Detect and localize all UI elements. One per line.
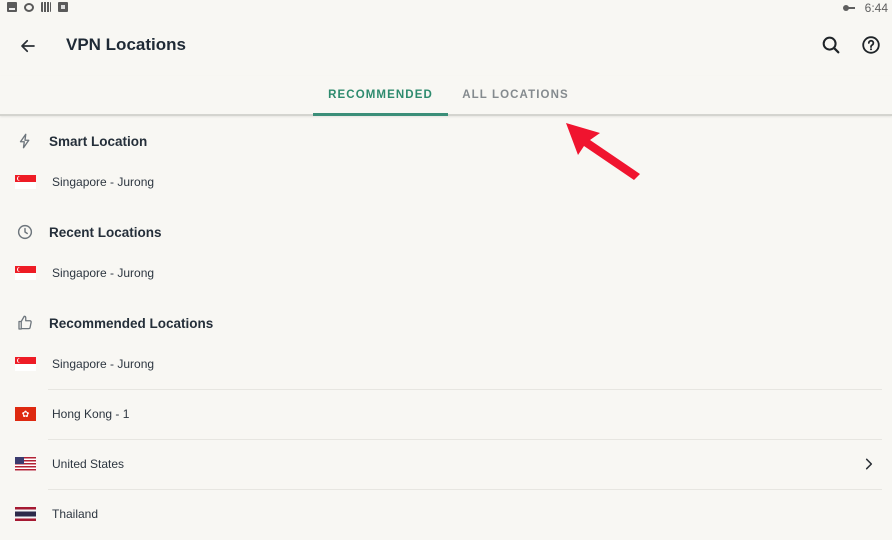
thumbs-up-icon	[18, 315, 32, 330]
location-row[interactable]: Singapore - Jurong	[0, 340, 892, 390]
chevron-right-icon[interactable]	[862, 456, 876, 472]
system-icons: 6:44	[842, 1, 888, 15]
location-name: Singapore - Jurong	[52, 175, 155, 189]
location-row[interactable]: United States	[0, 440, 892, 490]
section-title: Recommended Locations	[49, 315, 214, 331]
sync-icon	[24, 2, 34, 12]
location-name: Thailand	[52, 507, 99, 521]
united-states-flag-icon	[15, 457, 36, 471]
app-bar: VPN Locations	[0, 16, 892, 76]
location-name: Hong Kong - 1	[52, 407, 130, 421]
section-title: Recent Locations	[49, 224, 162, 240]
tab-recommended[interactable]: RECOMMENDED	[313, 76, 448, 116]
help-circle-icon	[862, 36, 880, 54]
singapore-flag-icon	[15, 175, 36, 189]
search-button[interactable]	[820, 34, 842, 56]
page-title: VPN Locations	[66, 35, 186, 54]
tab-all-locations[interactable]: ALL LOCATIONS	[448, 76, 583, 114]
section-recent-locations: Recent Locations	[0, 210, 892, 254]
hong-kong-flag-icon: ✿	[15, 407, 36, 421]
status-bar: 6:44	[0, 0, 892, 16]
thailand-flag-icon	[15, 507, 36, 521]
back-button[interactable]	[16, 34, 40, 58]
section-smart-location: Smart Location	[0, 119, 892, 163]
singapore-flag-icon	[15, 357, 36, 371]
search-icon	[822, 36, 840, 54]
arrow-left-icon	[21, 39, 35, 53]
location-name: Singapore - Jurong	[52, 266, 155, 280]
vpn-key-icon	[842, 5, 855, 11]
location-row[interactable]: Thailand	[0, 490, 892, 540]
box-icon	[58, 2, 68, 12]
lightning-icon	[19, 133, 30, 149]
singapore-flag-icon	[15, 266, 36, 280]
location-name: Singapore - Jurong	[52, 357, 155, 371]
location-name: United States	[52, 457, 125, 471]
chart-icon	[41, 2, 51, 12]
notification-icons	[7, 2, 68, 12]
location-row[interactable]: Singapore - Jurong	[0, 249, 892, 299]
image-icon	[7, 2, 17, 12]
section-recommended-locations: Recommended Locations	[0, 301, 892, 345]
section-title: Smart Location	[49, 133, 148, 149]
clock-icon	[17, 224, 33, 240]
help-button[interactable]	[860, 34, 882, 56]
clock-time: 6:44	[864, 1, 888, 15]
location-row[interactable]: Singapore - Jurong	[0, 158, 892, 208]
location-tabs: RECOMMENDED ALL LOCATIONS	[0, 76, 892, 116]
location-row[interactable]: ✿ Hong Kong - 1	[0, 390, 892, 440]
